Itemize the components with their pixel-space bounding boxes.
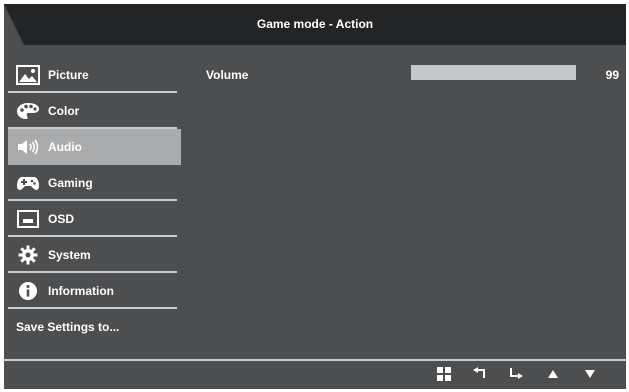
sidebar-item-label: Color: [48, 104, 80, 118]
sidebar-item-label: OSD: [48, 212, 75, 226]
sidebar-item-audio[interactable]: Audio: [8, 129, 181, 165]
back-icon[interactable]: [472, 366, 488, 382]
title-bar: Game mode - Action: [4, 4, 626, 45]
up-arrow-icon[interactable]: [545, 366, 561, 382]
sidebar-item-label: Audio: [48, 140, 82, 154]
grid-icon[interactable]: [436, 366, 452, 382]
palette-icon: [16, 101, 40, 121]
sidebar-item-gaming[interactable]: Gaming: [8, 165, 181, 201]
volume-label: Volume: [206, 68, 249, 82]
enter-icon[interactable]: [508, 366, 524, 382]
footer-separator: [4, 359, 626, 361]
info-icon: [16, 281, 40, 301]
volume-slider-fill: [411, 65, 575, 80]
sidebar-item-label: Picture: [48, 68, 89, 82]
picture-icon: [16, 65, 40, 85]
sidebar-menu: Picture Color Audio Gaming OSD System In…: [8, 57, 181, 345]
sidebar-item-label: Save Settings to...: [16, 320, 120, 334]
down-arrow-icon[interactable]: [582, 366, 598, 382]
sidebar-item-picture[interactable]: Picture: [8, 57, 181, 93]
page-title: Game mode - Action: [256, 17, 374, 31]
volume-value: 99: [605, 68, 619, 82]
sidebar-item-label: System: [48, 248, 91, 262]
osd-window: Game mode - Action Picture Color Audio G…: [4, 4, 626, 389]
sidebar-item-label: Information: [48, 284, 114, 298]
sidebar-item-save-settings[interactable]: Save Settings to...: [8, 309, 181, 345]
sidebar-item-label: Gaming: [48, 176, 93, 190]
gear-icon: [16, 245, 40, 265]
speaker-icon: [16, 137, 40, 157]
osd-icon: [16, 209, 40, 229]
sidebar-item-information[interactable]: Information: [8, 273, 181, 309]
sidebar-item-color[interactable]: Color: [8, 93, 181, 129]
gamepad-icon: [16, 173, 40, 193]
sidebar-item-osd[interactable]: OSD: [8, 201, 181, 237]
sidebar-item-system[interactable]: System: [8, 237, 181, 273]
volume-slider[interactable]: [411, 65, 576, 80]
